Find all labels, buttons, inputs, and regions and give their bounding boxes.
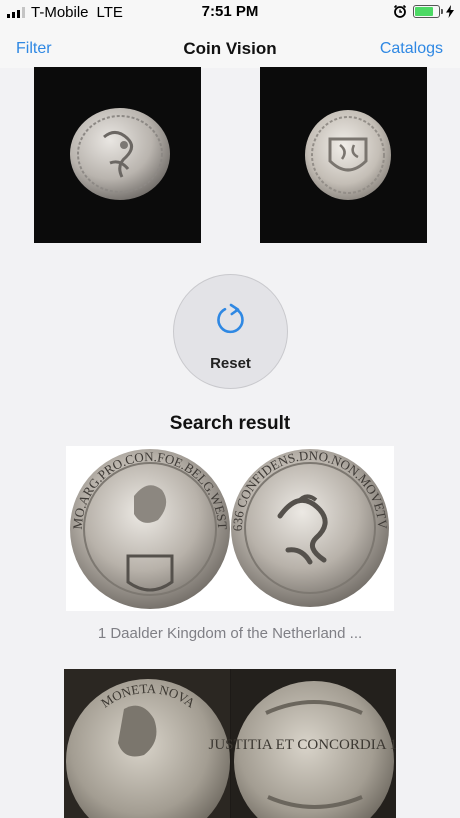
result2-reverse-legend: JUSTITIA ET CONCORDIA 1661	[209, 737, 396, 753]
result-coin-image[interactable]: MONETA NOVA JUSTITIA ET CONCORDIA 1661	[64, 669, 396, 818]
catalogs-button[interactable]: Catalogs	[380, 40, 443, 58]
navigation-bar: Filter Coin Vision Catalogs	[0, 24, 460, 68]
query-photo-reverse[interactable]	[260, 67, 427, 243]
alarm-clock-icon	[393, 4, 407, 18]
query-photo-obverse[interactable]	[34, 67, 201, 243]
reset-button[interactable]: Reset	[173, 274, 288, 389]
coin-obverse-image	[70, 108, 170, 200]
status-time: 7:51 PM	[201, 3, 259, 20]
reset-label: Reset	[210, 355, 251, 372]
coin-reverse-image	[305, 110, 391, 200]
search-result-title: Search result	[169, 413, 291, 434]
result-coin-image[interactable]: MO.ARG.PRO.CON.FOE.BELG.WEST 1636 CONFID…	[66, 446, 394, 611]
refresh-icon	[217, 303, 244, 334]
status-right	[393, 4, 454, 18]
status-bar: T-Mobile LTE 7:51 PM	[0, 0, 460, 24]
battery-icon	[413, 4, 443, 18]
result-coin-pair-image: MONETA NOVA JUSTITIA ET CONCORDIA 1661	[64, 669, 396, 818]
result-caption[interactable]: 1 Daalder Kingdom of the Netherland ...	[0, 625, 460, 642]
charging-bolt-icon	[446, 4, 454, 18]
result-coin-pair-image: MO.ARG.PRO.CON.FOE.BELG.WEST 1636 CONFID…	[66, 446, 390, 609]
